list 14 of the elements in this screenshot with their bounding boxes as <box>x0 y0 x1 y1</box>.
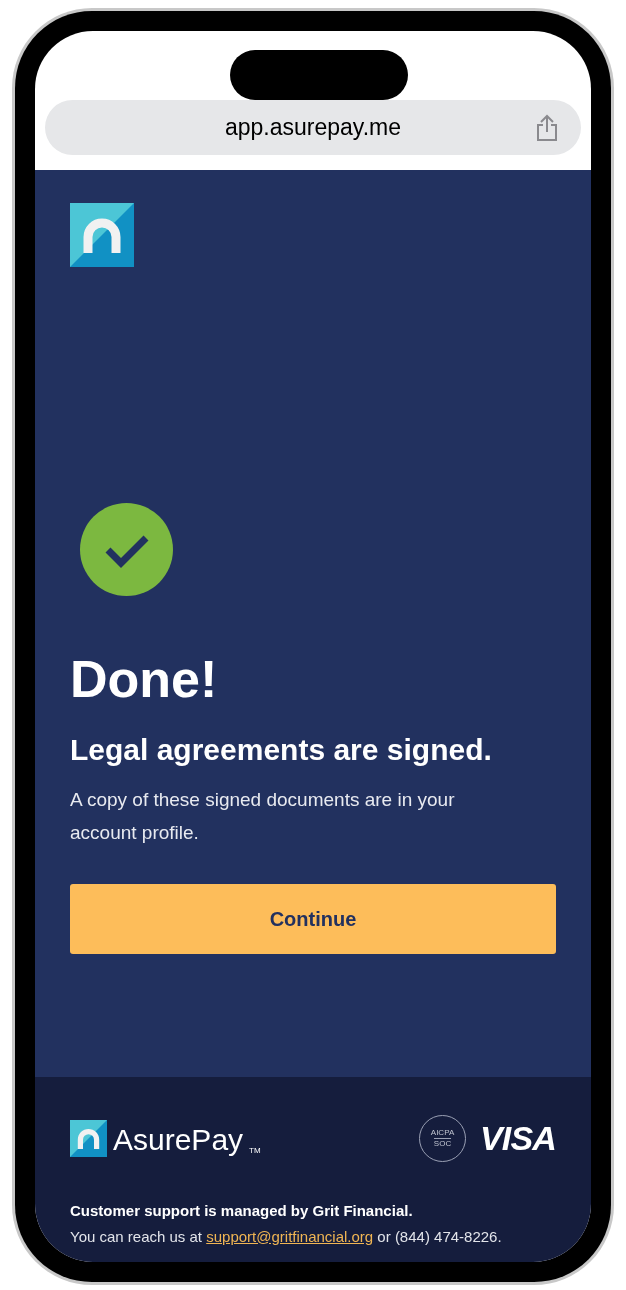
signed-heading: Legal agreements are signed. <box>70 732 493 768</box>
check-circle-icon <box>80 503 173 596</box>
logo-mark-icon <box>70 1120 107 1157</box>
app-logo <box>70 203 134 267</box>
visa-logo: VISA <box>480 1118 556 1159</box>
support-title: Customer support is managed by Grit Financial. <box>70 1201 414 1221</box>
done-title: Done! <box>70 649 219 709</box>
support-email-link[interactable]: support@gritfinancial.org <box>206 1227 374 1245</box>
continue-button[interactable]: Continue <box>70 884 556 954</box>
support-contact: You can reach us at support@gritfinancial.org or (844) 474-8226. <box>70 1226 503 1247</box>
share-icon[interactable] <box>535 113 559 142</box>
address-bar[interactable]: app.asurepay.me <box>45 100 581 155</box>
url-text: app.asurepay.me <box>225 113 401 143</box>
copy-message: A copy of these signed documents are in your account profile. <box>70 788 456 845</box>
